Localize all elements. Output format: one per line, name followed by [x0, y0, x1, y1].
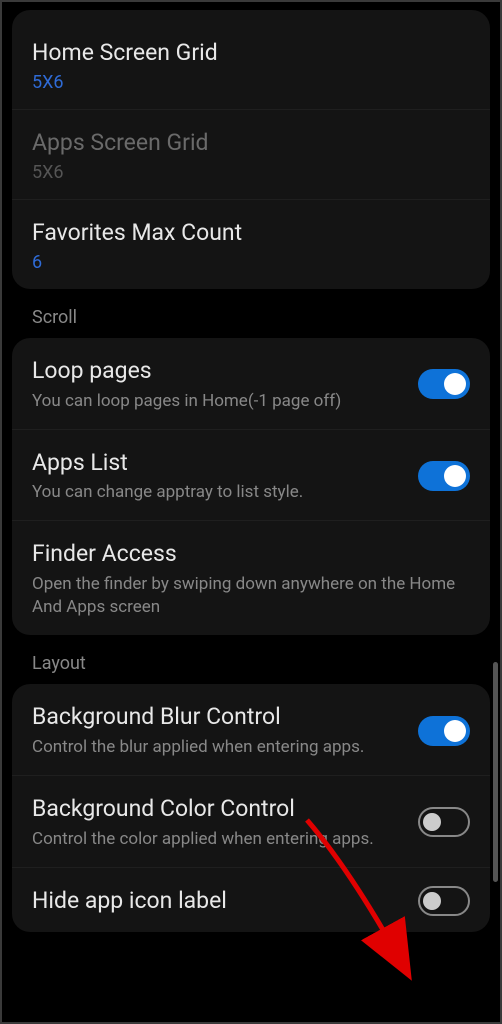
- toggle-knob-icon: [444, 720, 466, 742]
- favorites-max-count-text: Favorites Max Count 6: [32, 218, 470, 273]
- apps-list-toggle[interactable]: [418, 461, 470, 491]
- background-color-text: Background Color Control Control the col…: [32, 794, 418, 851]
- background-color-toggle[interactable]: [418, 807, 470, 837]
- favorites-max-count-title: Favorites Max Count: [32, 218, 458, 248]
- hide-app-icon-label-text: Hide app icon label: [32, 886, 418, 916]
- scroll-section-header: Scroll: [2, 289, 500, 338]
- finder-access-desc: Open the finder by swiping down anywhere…: [32, 573, 458, 619]
- layout-settings-card: Background Blur Control Control the blur…: [12, 684, 490, 932]
- apps-screen-grid-title: Apps Screen Grid: [32, 128, 458, 158]
- apps-screen-grid-value: 5X6: [32, 162, 458, 183]
- loop-pages-toggle[interactable]: [418, 369, 470, 399]
- layout-section-header: Layout: [2, 635, 500, 684]
- toggle-knob-icon: [423, 892, 441, 910]
- background-color-desc: Control the color applied when entering …: [32, 828, 406, 851]
- apps-list-row[interactable]: Apps List You can change apptray to list…: [12, 430, 490, 522]
- finder-access-row[interactable]: Finder Access Open the finder by swiping…: [12, 521, 490, 635]
- apps-screen-grid-row: Apps Screen Grid 5X6: [12, 110, 490, 200]
- loop-pages-desc: You can loop pages in Home(-1 page off): [32, 390, 406, 413]
- hide-app-icon-label-toggle[interactable]: [418, 886, 470, 916]
- loop-pages-row[interactable]: Loop pages You can loop pages in Home(-1…: [12, 338, 490, 430]
- hide-app-icon-label-row[interactable]: Hide app icon label: [12, 868, 490, 932]
- home-screen-grid-row[interactable]: Home Screen Grid 5X6: [12, 20, 490, 110]
- favorites-max-count-row[interactable]: Favorites Max Count 6: [12, 200, 490, 289]
- background-blur-desc: Control the blur applied when entering a…: [32, 736, 406, 759]
- hide-app-icon-label-title: Hide app icon label: [32, 886, 406, 916]
- toggle-knob-icon: [444, 465, 466, 487]
- background-blur-toggle[interactable]: [418, 716, 470, 746]
- finder-access-text: Finder Access Open the finder by swiping…: [32, 539, 470, 619]
- apps-screen-grid-text: Apps Screen Grid 5X6: [32, 128, 470, 183]
- loop-pages-title: Loop pages: [32, 356, 406, 386]
- apps-list-text: Apps List You can change apptray to list…: [32, 448, 418, 505]
- toggle-knob-icon: [444, 373, 466, 395]
- finder-access-title: Finder Access: [32, 539, 458, 569]
- loop-pages-text: Loop pages You can loop pages in Home(-1…: [32, 356, 418, 413]
- apps-list-desc: You can change apptray to list style.: [32, 481, 406, 504]
- scrollbar[interactable]: [493, 662, 498, 882]
- background-blur-text: Background Blur Control Control the blur…: [32, 702, 418, 759]
- apps-list-title: Apps List: [32, 448, 406, 478]
- toggle-knob-icon: [423, 813, 441, 831]
- scroll-settings-card: Loop pages You can loop pages in Home(-1…: [12, 338, 490, 635]
- background-color-row[interactable]: Background Color Control Control the col…: [12, 776, 490, 868]
- home-screen-grid-value: 5X6: [32, 72, 458, 93]
- background-color-title: Background Color Control: [32, 794, 406, 824]
- background-blur-row[interactable]: Background Blur Control Control the blur…: [12, 684, 490, 776]
- home-screen-grid-text: Home Screen Grid 5X6: [32, 38, 470, 93]
- home-screen-grid-title: Home Screen Grid: [32, 38, 458, 68]
- favorites-max-count-value: 6: [32, 252, 458, 273]
- grid-settings-card: Home Screen Grid 5X6 Apps Screen Grid 5X…: [12, 10, 490, 289]
- background-blur-title: Background Blur Control: [32, 702, 406, 732]
